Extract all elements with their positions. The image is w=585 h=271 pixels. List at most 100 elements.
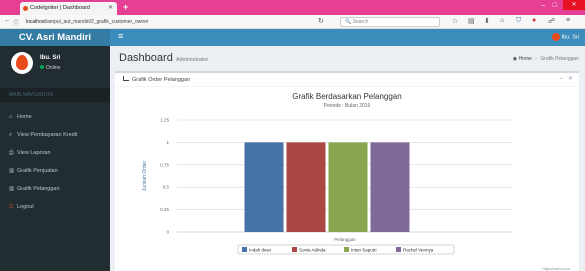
order-chart: Grafik Berdasarkan Pelanggan Periode : Bu… [142, 92, 571, 271]
new-tab-icon[interactable]: + [123, 2, 128, 12]
legend-swatch [292, 247, 297, 252]
collapse-icon[interactable]: – [560, 76, 563, 82]
remove-icon[interactable]: ✕ [568, 76, 573, 82]
box-header: Grafik Order Pelanggan – ✕ [115, 73, 579, 87]
search-field[interactable]: 🔍 Search [340, 17, 440, 27]
legend-swatch [396, 247, 401, 252]
home-browser-icon[interactable]: ⌂ [500, 17, 504, 24]
addon-icon[interactable]: ● [532, 17, 536, 24]
bar-indah-dewi [244, 142, 284, 232]
y-axis-label: Jumlah Order [142, 161, 148, 192]
legend-swatch [242, 247, 247, 252]
url-field[interactable]: localhost/ampui_aut_mandiri/2_grafik_cus… [20, 17, 310, 27]
legend-label: Intan Saputri [351, 248, 377, 253]
sidebar-item-grafik-pelanggan[interactable]: ▥ Grafik Pelanggan [0, 180, 110, 198]
sidebar-item-label: Grafik Pelanggan [17, 186, 60, 192]
home-icon: ⌂ [9, 114, 13, 120]
minimize-icon[interactable]: – [541, 2, 545, 9]
info-icon[interactable]: ⓘ [13, 18, 19, 27]
bar-sonia-adinda [286, 142, 326, 232]
maximize-icon[interactable]: □ [553, 2, 557, 9]
bar-chart-icon: ▥ [9, 168, 15, 174]
power-icon: ⏻ [9, 204, 14, 210]
user-avatar [11, 52, 33, 74]
tab-close-icon[interactable]: ✕ [108, 4, 113, 11]
online-dot-icon [40, 65, 44, 69]
avatar [551, 33, 560, 41]
box-title-text: Grafik Order Pelanggan [132, 77, 191, 83]
chart-box: Grafik Order Pelanggan – ✕ Grafik Berdas… [115, 71, 579, 271]
address-bar: ← ⓘ localhost/ampui_aut_mandiri/2_grafik… [0, 15, 585, 29]
y-tick-label: 0.25 [160, 207, 169, 212]
print-icon: ⎙ [9, 150, 14, 156]
search-icon: ⌕ [9, 132, 13, 138]
breadcrumb-separator: › [535, 56, 537, 62]
sidebar-user-name: Ibu. Sri [40, 55, 61, 61]
page-title: Dashboard Administrator [119, 52, 208, 64]
browser-tab-title: CodeIgniter | Dashboard [30, 5, 90, 11]
legend-label: Sonia Adinda [299, 248, 326, 253]
bar-chart-icon: ▥ [9, 186, 15, 192]
breadcrumb: ◉ Home › Grafik Pelanggan [513, 56, 579, 62]
legend-label: Indah dewi [249, 248, 271, 253]
pocket-icon[interactable]: ⛉ [516, 17, 521, 25]
bar-intan-saputri [328, 142, 368, 232]
bookmark-star-icon[interactable]: ☆ [452, 17, 458, 25]
dashboard-icon: ◉ [512, 56, 518, 62]
y-tick-label: 0 [166, 230, 169, 235]
sidebar-item-logout[interactable]: ⏻ Logout [0, 198, 110, 216]
brand-logo[interactable]: CV. Asri Mandiri [0, 29, 110, 46]
box-title: Grafik Order Pelanggan [123, 76, 190, 83]
search-placeholder: Search [352, 19, 369, 25]
sidebar-item-home[interactable]: ⌂ Home [0, 108, 110, 126]
reading-list-icon[interactable]: ▤ [468, 17, 475, 25]
reload-icon[interactable]: ↻ [318, 17, 324, 25]
user-menu[interactable]: Ibu. Sri [551, 33, 579, 41]
content-area: Dashboard Administrator ◉ Home › Grafik P… [110, 46, 585, 271]
y-tick-label: 1 [166, 140, 169, 145]
sidebar-item-label: Grafik Penjualan [17, 168, 58, 174]
sidebar-item-label: View Laporan [17, 150, 51, 156]
download-icon[interactable]: ⬇ [484, 17, 490, 25]
x-axis-label: Pelanggan [334, 237, 356, 242]
y-tick-label: 0.75 [160, 162, 169, 167]
browser-tab-bar: CodeIgniter | Dashboard ✕ + – □ ✕ [0, 0, 585, 15]
page-subtitle: Administrator [175, 57, 209, 63]
bar-rachel-vennya [370, 142, 410, 232]
user-status: Online [40, 65, 60, 71]
sidebar-item-view-laporan[interactable]: ⎙ View Laporan [0, 144, 110, 162]
box-tools: – ✕ [560, 75, 573, 82]
user-panel: Ibu. Sri Online [0, 46, 110, 88]
sidebar-item-view-pembayaran-kredit[interactable]: ⌕ View Pembayaran Kredit [0, 126, 110, 144]
user-menu-name: Ibu. Sri [561, 34, 579, 41]
menu-icon[interactable]: ≡ [566, 17, 570, 24]
user-status-text: Online [46, 65, 61, 71]
legend-label: Rachel Vennya [403, 248, 434, 253]
url-path: /ampui_aut_mandiri/2_grafik_customer_own… [45, 19, 149, 25]
sync-icon[interactable]: ☍ [548, 17, 555, 25]
chart-title: Grafik Berdasarkan Pelanggan [292, 92, 401, 101]
sidebar-item-label: Home [17, 114, 32, 120]
sidebar-item-label: Logout [17, 204, 34, 210]
sidebar-toggle-icon[interactable]: ≡ [118, 31, 123, 41]
url-host: localhost [26, 19, 46, 25]
sidebar: Ibu. Sri Online MAIN NAVIGATION ⌂ Home ⌕ V… [0, 46, 110, 271]
y-tick-label: 1.25 [160, 118, 169, 123]
chart-credits: Highcharts.com [542, 266, 570, 271]
sidebar-item-label: View Pembayaran Kredit [17, 132, 78, 138]
sidebar-menu: ⌂ Home ⌕ View Pembayaran Kredit ⎙ View Lapo… [0, 108, 110, 216]
menu-header: MAIN NAVIGATION [0, 88, 110, 102]
browser-tab[interactable]: CodeIgniter | Dashboard ✕ [20, 2, 117, 15]
back-icon[interactable]: ← [4, 17, 11, 24]
top-navbar: ≡ Ibu. Sri [110, 29, 585, 46]
codeigniter-favicon-icon [23, 6, 28, 11]
legend-swatch [344, 247, 349, 252]
breadcrumb-current: Grafik Pelanggan [540, 56, 579, 62]
y-tick-label: 0.5 [163, 185, 170, 190]
sidebar-item-grafik-penjualan[interactable]: ▥ Grafik Penjualan [0, 162, 110, 180]
window-close-icon[interactable]: ✕ [563, 0, 585, 10]
chart-subtitle: Periode : Bulan 2019 [324, 103, 371, 109]
page-title-text: Dashboard [119, 52, 173, 64]
bar-chart-icon [123, 76, 129, 81]
breadcrumb-home-link[interactable]: Home [519, 56, 532, 62]
